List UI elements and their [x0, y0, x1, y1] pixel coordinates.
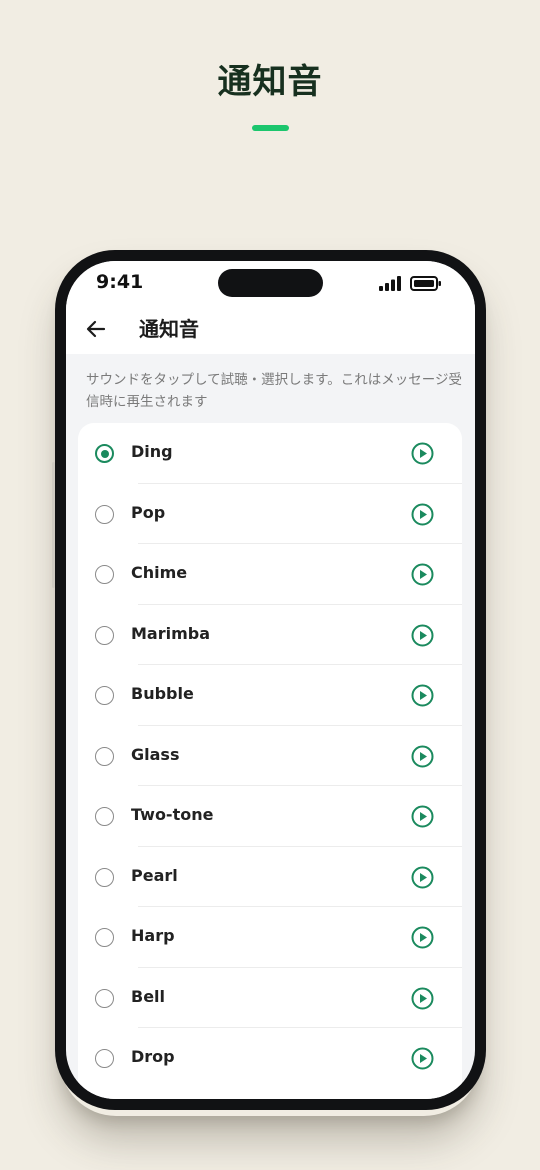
battery-icon	[410, 276, 441, 291]
sound-list: Ding Pop Chime Marimba Bubble Glass Two-tone Pe…	[78, 423, 462, 1099]
sound-name: Bubble	[131, 684, 194, 703]
list-item[interactable]: Pop	[78, 484, 462, 544]
list-item[interactable]: Two-tone	[78, 786, 462, 847]
sound-name: Ding	[131, 442, 173, 461]
radio-unselected[interactable]	[95, 746, 114, 766]
list-item[interactable]: Bell	[78, 968, 462, 1028]
list-item[interactable]: Ding	[78, 423, 462, 484]
radio-unselected[interactable]	[95, 928, 114, 947]
list-item[interactable]: Glass	[78, 726, 462, 786]
radio-unselected[interactable]	[95, 625, 114, 645]
radio-unselected[interactable]	[95, 867, 114, 887]
list-item[interactable]: Drop	[78, 1028, 462, 1089]
status-bar: 9:41	[66, 261, 475, 307]
page-title: 通知音	[139, 317, 199, 341]
sound-name: Bell	[131, 986, 166, 1006]
sound-name: Pearl	[131, 865, 178, 885]
list-item[interactable]: Harp	[78, 907, 462, 968]
play-circle-icon[interactable]	[411, 866, 434, 889]
radio-unselected[interactable]	[95, 686, 114, 705]
back-button[interactable]	[82, 315, 110, 343]
radio-unselected[interactable]	[95, 1049, 114, 1068]
play-circle-icon[interactable]	[411, 563, 434, 586]
radio-unselected[interactable]	[95, 504, 114, 524]
hero-title: 通知音	[217, 62, 323, 102]
hero-accent-bar	[252, 125, 289, 131]
app-bar: 通知音	[66, 307, 475, 354]
list-item[interactable]: Bubble	[78, 665, 462, 726]
play-circle-icon[interactable]	[411, 442, 434, 465]
description-text: サウンドをタップして試聴・選択します。これはメッセージ受信時に再生されます	[86, 372, 462, 410]
sound-name: Marimba	[131, 623, 211, 643]
radio-unselected[interactable]	[95, 807, 114, 826]
radio-selected[interactable]	[95, 444, 114, 463]
dynamic-island	[218, 269, 323, 297]
radio-unselected[interactable]	[95, 565, 114, 584]
play-circle-icon[interactable]	[411, 684, 434, 707]
list-item[interactable]: Marimba	[78, 605, 462, 665]
sound-name: Glass	[131, 744, 180, 764]
play-circle-icon[interactable]	[411, 805, 434, 828]
sound-name: Pop	[131, 502, 166, 522]
play-circle-icon[interactable]	[411, 1047, 434, 1070]
sound-name: Drop	[131, 1047, 175, 1066]
signal-icon	[379, 276, 401, 291]
sound-name: Harp	[131, 926, 175, 945]
arrow-left-icon	[86, 320, 106, 338]
list-item[interactable]: Chime	[78, 544, 462, 605]
play-circle-icon[interactable]	[411, 745, 434, 768]
phone-screen: 9:41 通知音 サウンドをタップして試聴・選択します。これはメッセージ受信時に…	[66, 261, 475, 1099]
play-circle-icon[interactable]	[411, 926, 434, 949]
radio-unselected[interactable]	[95, 988, 114, 1008]
sound-name: Two-tone	[131, 805, 214, 824]
list-item[interactable]: Pearl	[78, 847, 462, 907]
phone-frame: 9:41 通知音 サウンドをタップして試聴・選択します。これはメッセージ受信時に…	[55, 250, 486, 1110]
status-time: 9:41	[96, 271, 144, 293]
play-circle-icon[interactable]	[411, 624, 434, 647]
play-circle-icon[interactable]	[411, 503, 434, 526]
sound-name: Chime	[131, 563, 188, 582]
play-circle-icon[interactable]	[411, 987, 434, 1010]
